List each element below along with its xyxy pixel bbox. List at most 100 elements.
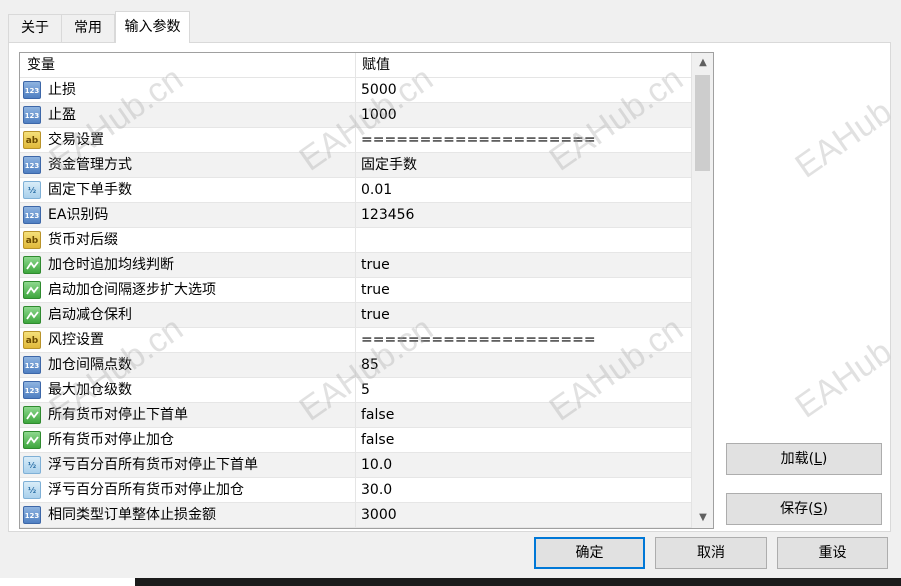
parameter-row[interactable]: 启动减仓保利 true [20,303,691,328]
string-type-icon: ab [23,331,41,349]
background-window-edge [135,578,901,586]
parameter-row[interactable]: 123 止盈 1000 [20,103,691,128]
ok-button[interactable]: 确定 [534,537,645,569]
parameter-name-cell: ½ 浮亏百分百所有货币对停止加仓 [20,478,356,502]
parameter-row[interactable]: 加仓时追加均线判断 true [20,253,691,278]
parameter-value[interactable]: true [361,253,390,277]
parameter-name-cell: 所有货币对停止下首单 [20,403,356,427]
parameter-value[interactable]: 5000 [361,78,397,102]
parameter-name-cell: 123 最大加仓级数 [20,378,356,402]
parameter-row[interactable]: 123 相同类型订单整体止损金额 3000 [20,503,691,528]
scroll-up-arrow-icon[interactable]: ▲ [692,53,713,73]
parameter-name-cell: 123 EA识别码 [20,203,356,227]
parameter-value[interactable]: true [361,278,390,302]
parameter-value[interactable]: 10.0 [361,453,392,477]
parameter-value[interactable]: 1000 [361,103,397,127]
parameter-value[interactable]: false [361,428,394,452]
parameter-name: 交易设置 [48,132,104,148]
integer-type-icon: 123 [23,206,41,224]
parameters-grid: 变量 赋值 123 止损 5000 123 止盈 1000 ab 交易设置 ==========… [19,52,714,529]
parameter-name: EA识别码 [48,207,109,223]
parameter-name-cell: 123 止盈 [20,103,356,127]
parameter-row[interactable]: 启动加仓间隔逐步扩大选项 true [20,278,691,303]
parameter-row[interactable]: ½ 浮亏百分百所有货币对停止下首单 10.0 [20,453,691,478]
double-type-icon: ½ [23,456,41,474]
grid-header: 变量 赋值 [20,53,691,78]
parameter-name: 资金管理方式 [48,157,132,173]
parameter-name-cell: 加仓时追加均线判断 [20,253,356,277]
parameter-value[interactable]: 123456 [361,203,414,227]
parameter-name-cell: 启动加仓间隔逐步扩大选项 [20,278,356,302]
boolean-type-icon [23,281,41,299]
cancel-button[interactable]: 取消 [655,537,767,569]
parameter-row[interactable]: ab 交易设置 ==================== [20,128,691,153]
string-type-icon: ab [23,231,41,249]
parameter-rows: 123 止损 5000 123 止盈 1000 ab 交易设置 ================… [20,78,691,528]
parameter-value[interactable]: 5 [361,378,370,402]
reset-button[interactable]: 重设 [777,537,888,569]
parameter-name: 止盈 [48,107,76,123]
load-button-label: 加载( [780,451,815,467]
parameter-name-cell: 123 资金管理方式 [20,153,356,177]
parameter-value[interactable]: true [361,303,390,327]
tab-about[interactable]: 关于 [8,14,62,42]
tab-common[interactable]: 常用 [61,14,115,42]
integer-type-icon: 123 [23,356,41,374]
integer-type-icon: 123 [23,81,41,99]
boolean-type-icon [23,306,41,324]
parameter-name: 固定下单手数 [48,182,132,198]
parameter-name-cell: 123 相同类型订单整体止损金额 [20,503,356,527]
parameter-value[interactable]: 0.01 [361,178,392,202]
parameter-name-cell: 123 止损 [20,78,356,102]
parameter-row[interactable]: 所有货币对停止下首单 false [20,403,691,428]
parameter-name: 所有货币对停止下首单 [48,407,188,423]
column-header-value[interactable]: 赋值 [356,53,691,78]
parameter-row[interactable]: ab 货币对后缀 [20,228,691,253]
parameter-row[interactable]: ab 风控设置 ==================== [20,328,691,353]
tab-input-parameters[interactable]: 输入参数 [115,11,190,43]
parameter-row[interactable]: ½ 固定下单手数 0.01 [20,178,691,203]
parameter-value[interactable]: ==================== [361,328,596,352]
save-button-close: ) [822,501,828,517]
parameter-name: 风控设置 [48,332,104,348]
parameter-name: 加仓间隔点数 [48,357,132,373]
parameter-value[interactable]: 3000 [361,503,397,527]
parameter-name: 货币对后缀 [48,232,118,248]
boolean-type-icon [23,406,41,424]
scroll-down-arrow-icon[interactable]: ▼ [692,508,713,528]
parameter-value[interactable]: 30.0 [361,478,392,502]
boolean-type-icon [23,431,41,449]
parameter-name: 浮亏百分百所有货币对停止下首单 [48,457,258,473]
save-button[interactable]: 保存(S) [726,493,882,525]
parameter-name: 相同类型订单整体止损金额 [48,507,216,523]
parameter-name: 启动加仓间隔逐步扩大选项 [48,282,216,298]
double-type-icon: ½ [23,181,41,199]
parameter-name: 加仓时追加均线判断 [48,257,174,273]
parameter-value[interactable]: 固定手数 [361,153,417,177]
parameter-row[interactable]: 所有货币对停止加仓 false [20,428,691,453]
parameter-name-cell: 启动减仓保利 [20,303,356,327]
double-type-icon: ½ [23,481,41,499]
parameter-name-cell: ab 风控设置 [20,328,356,352]
parameter-name-cell: 所有货币对停止加仓 [20,428,356,452]
parameter-value[interactable]: 85 [361,353,379,377]
parameter-row[interactable]: ½ 浮亏百分百所有货币对停止加仓 30.0 [20,478,691,503]
parameter-row[interactable]: 123 加仓间隔点数 85 [20,353,691,378]
vertical-scrollbar[interactable]: ▲ ▼ [691,53,713,528]
parameter-value[interactable]: ==================== [361,128,596,152]
integer-type-icon: 123 [23,506,41,524]
parameter-row[interactable]: 123 资金管理方式 固定手数 [20,153,691,178]
parameter-name: 启动减仓保利 [48,307,132,323]
parameter-name-cell: ½ 浮亏百分百所有货币对停止下首单 [20,453,356,477]
load-button[interactable]: 加载(L) [726,443,882,475]
load-button-hotkey: L [814,451,822,467]
scrollbar-thumb[interactable] [695,75,710,171]
parameter-name: 浮亏百分百所有货币对停止加仓 [48,482,244,498]
integer-type-icon: 123 [23,106,41,124]
column-header-variable[interactable]: 变量 [20,53,356,78]
parameter-row[interactable]: 123 最大加仓级数 5 [20,378,691,403]
parameter-row[interactable]: 123 止损 5000 [20,78,691,103]
parameter-value[interactable]: false [361,403,394,427]
parameter-row[interactable]: 123 EA识别码 123456 [20,203,691,228]
parameter-name: 止损 [48,82,76,98]
